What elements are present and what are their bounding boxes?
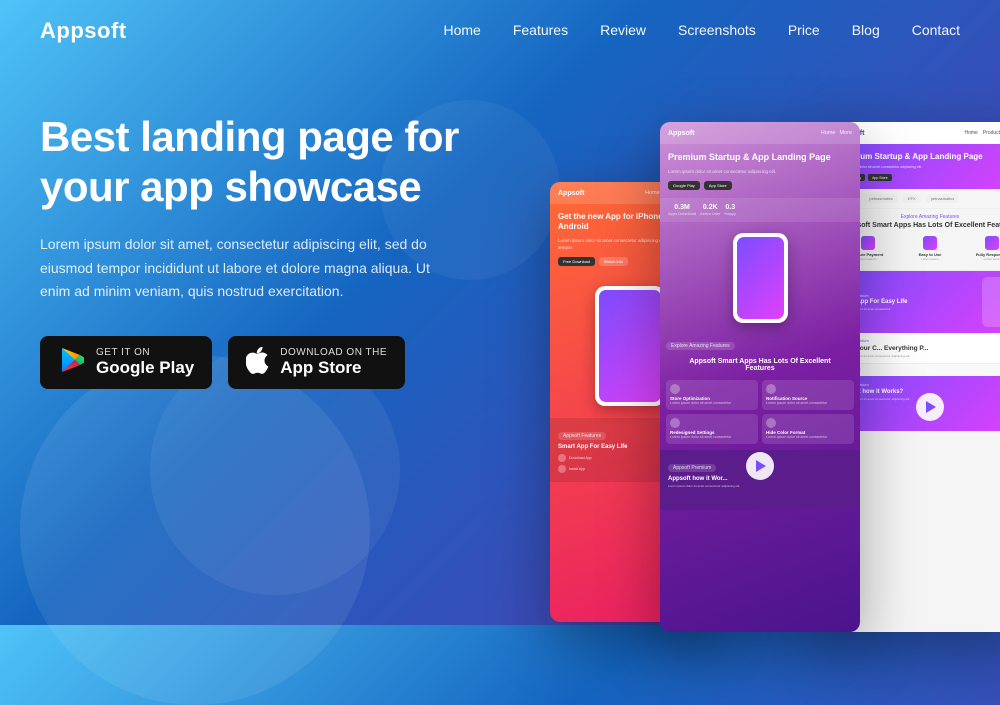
hero-description: Lorem ipsum dolor sit amet, consectetur … bbox=[40, 233, 460, 304]
google-play-button[interactable]: GET IT ON Google Play bbox=[40, 336, 212, 389]
card-middle-title: Premium Startup & App Landing Page bbox=[668, 152, 852, 164]
card-feat-4: Hide Color Format Lorem ipsum dolor sit … bbox=[762, 414, 854, 444]
nav-link-price[interactable]: Price bbox=[788, 22, 820, 38]
nav-link-contact[interactable]: Contact bbox=[912, 22, 960, 38]
hero-left: Best landing page for your app showcase … bbox=[40, 82, 520, 602]
stat-1: 0.3M Apps Download bbox=[668, 204, 696, 216]
white-feat-2: Easy to Use Lorem ipsum bbox=[900, 233, 959, 264]
card-middle-btn2: App Store bbox=[704, 181, 732, 190]
nav-links: Home Features Review Screenshots Price B… bbox=[443, 22, 960, 40]
card-feat-1: Store Optimization Lorem ipsum dolor sit… bbox=[666, 380, 758, 410]
card-middle-why: Explore Amazing Features Appsoft Smart A… bbox=[660, 334, 860, 380]
apple-icon bbox=[246, 346, 270, 379]
nav-link-features[interactable]: Features bbox=[513, 22, 568, 38]
mockup-card-middle: Appsoft Home More Premium Startup & App … bbox=[660, 122, 860, 632]
stat-3: 0.3 Happy bbox=[724, 204, 736, 216]
card-left-badge: Appsoft Features bbox=[558, 432, 606, 440]
card-middle-btn1: Google Play bbox=[668, 181, 700, 190]
nav-link-review[interactable]: Review bbox=[600, 22, 646, 38]
card-middle-nav: Appsoft Home More bbox=[660, 122, 860, 144]
card-left-phone bbox=[595, 286, 665, 406]
hero-title: Best landing page for your app showcase bbox=[40, 112, 520, 213]
google-play-icon bbox=[58, 346, 86, 379]
card-middle-hero: Premium Startup & App Landing Page Lorem… bbox=[660, 144, 860, 198]
card-middle-desc: Lorem ipsum dolor sit amet consectetur a… bbox=[668, 169, 852, 176]
stat-2: 0.2K Active User bbox=[700, 204, 720, 216]
card-middle-feat-title: Appsoft Smart Apps Has Lots Of Excellent… bbox=[666, 354, 854, 376]
card-right-features-grid: Secure Payment Lorem ipsum Easy to Use L… bbox=[838, 233, 1000, 264]
nav-link-screenshots[interactable]: Screenshots bbox=[678, 22, 756, 38]
google-play-text: GET IT ON Google Play bbox=[96, 347, 194, 378]
nav-link-home[interactable]: Home bbox=[443, 22, 480, 38]
brand-logo: Appsoft bbox=[40, 18, 127, 44]
store-buttons: GET IT ON Google Play Download on the Ap… bbox=[40, 336, 520, 389]
card-middle-features: Store Optimization Lorem ipsum dolor sit… bbox=[660, 380, 860, 450]
card-left-btn1: Free Download bbox=[558, 257, 595, 266]
card-middle-phone bbox=[733, 233, 788, 323]
card-feat-3: Redesigned Settings Lorem ipsum dolor si… bbox=[666, 414, 758, 444]
card-feat-2: Notification Source Lorem ipsum dolor si… bbox=[762, 380, 854, 410]
play-triangle bbox=[756, 460, 766, 472]
card-middle-how: Appsoft Premium Appsoft how it Wor... Lo… bbox=[660, 450, 860, 510]
card-middle-stats: 0.3M Apps Download 0.2K Active User 0.3 … bbox=[660, 198, 860, 222]
nav-link-blog[interactable]: Blog bbox=[852, 22, 880, 38]
app-store-text: Download on the App Store bbox=[280, 347, 387, 378]
card-middle-buttons: Google Play App Store bbox=[668, 181, 852, 190]
hero-right: Appsoft Home Features More Get the new A… bbox=[520, 82, 960, 602]
white-feat-3: Fully Responsive Lorem ipsum bbox=[963, 233, 1000, 264]
card-left-logo: Appsoft bbox=[558, 190, 584, 197]
app-store-button[interactable]: Download on the App Store bbox=[228, 336, 405, 389]
card-left-btn2: Watch Info bbox=[599, 257, 628, 266]
hero-section: Best landing page for your app showcase … bbox=[0, 62, 1000, 602]
navbar: Appsoft Home Features Review Screenshots… bbox=[0, 0, 1000, 62]
card-right-purple-img bbox=[982, 277, 1000, 327]
card-middle-logo: Appsoft bbox=[668, 130, 694, 137]
phone-screen bbox=[599, 290, 661, 402]
card-right-play[interactable] bbox=[916, 393, 944, 421]
card-middle-play[interactable] bbox=[746, 452, 774, 480]
